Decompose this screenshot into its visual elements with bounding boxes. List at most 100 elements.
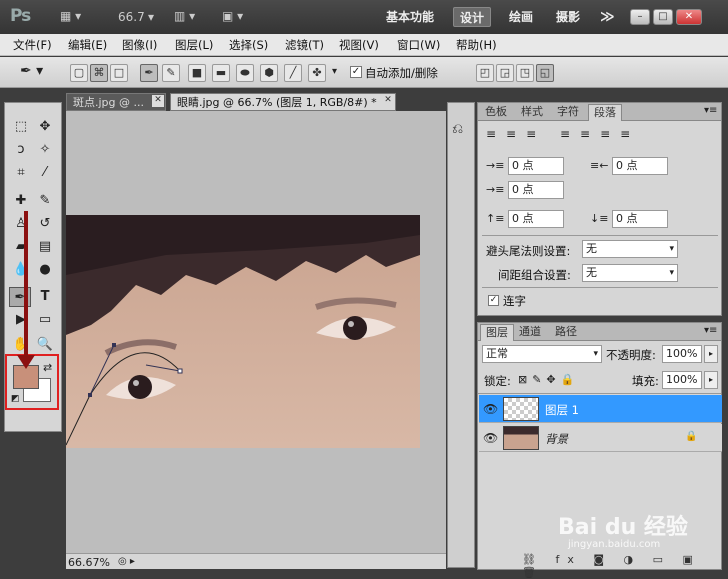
marquee-icon[interactable]: ⬚ (11, 117, 31, 137)
zoom-icon[interactable]: 🔍 (35, 335, 55, 355)
ellipse-shape-icon[interactable]: ⬬ (236, 64, 254, 82)
visibility-eye-icon[interactable]: 👁 (483, 402, 498, 416)
tab-styles[interactable]: 样式 (516, 104, 548, 121)
rounded-rect-shape-icon[interactable]: ▬ (212, 64, 230, 82)
mojikumi-select[interactable]: 无 ▾ (582, 264, 678, 282)
crop-icon[interactable]: ⌗ (11, 163, 31, 183)
tab-eyes-doc[interactable]: 眼睛.jpg @ 66.7% (图层 1, RGB/8#) * (170, 93, 396, 111)
hyphenate-checkbox[interactable]: ✓ (488, 295, 499, 306)
tab-swatches[interactable]: 色板 (480, 104, 512, 121)
panel-menu-icon[interactable]: ▾≡ (704, 325, 717, 336)
tab-paths[interactable]: 路径 (550, 324, 582, 341)
minimize-button[interactable]: – (630, 9, 650, 25)
hand-icon[interactable]: ✋ (11, 335, 31, 355)
blend-mode-select[interactable]: 正常 ▾ (482, 345, 602, 363)
panel-menu-icon[interactable]: ▾≡ (704, 105, 717, 116)
menu-window[interactable]: 窗口(W) (397, 37, 440, 53)
maximize-button[interactable]: □ (653, 9, 673, 25)
shape-layers-icon[interactable]: ▢ (70, 64, 88, 82)
swap-colors-icon[interactable]: ⇄ (43, 361, 52, 374)
indent-left-field[interactable]: 0 点 (508, 157, 564, 175)
custom-shape-icon[interactable]: ✤ (308, 64, 326, 82)
menu-image[interactable]: 图像(I) (122, 37, 157, 53)
move-icon[interactable]: ✥ (35, 117, 55, 137)
clone-stamp-icon[interactable]: ♙ (11, 214, 31, 234)
menu-view[interactable]: 视图(V) (339, 37, 379, 53)
type-tool-icon[interactable]: T (35, 287, 55, 307)
layer-name[interactable]: 背景 (545, 431, 568, 447)
tab-spots-doc[interactable]: 斑点.jpg @ ... (66, 93, 166, 111)
eraser-icon[interactable]: ▰ (11, 237, 31, 257)
fill-field[interactable]: 100% (662, 371, 702, 389)
arrange-documents-icon[interactable]: ▥ ▾ (174, 9, 195, 23)
rectangle-tool-icon[interactable]: ▭ (35, 310, 55, 330)
eyedropper-icon[interactable]: ⁄ (35, 163, 55, 183)
zoom-status[interactable]: 66.67% (68, 556, 110, 569)
combine-exclude-icon[interactable]: ◱ (536, 64, 554, 82)
shape-dropdown-icon[interactable]: ▾ (332, 66, 337, 77)
space-before-field[interactable]: 0 点 (508, 210, 564, 228)
workspace-photography[interactable]: 摄影 (550, 7, 586, 27)
opacity-field[interactable]: 100% (662, 345, 702, 363)
fill-slider-icon[interactable]: ▸ (704, 371, 718, 389)
space-after-field[interactable]: 0 点 (612, 210, 668, 228)
menu-filter[interactable]: 滤镜(T) (285, 37, 324, 53)
menu-help[interactable]: 帮助(H) (456, 37, 497, 53)
menu-select[interactable]: 选择(S) (229, 37, 268, 53)
history-panel-icon[interactable]: ⎌ (452, 121, 463, 137)
close-tab-icon[interactable]: ✕ (152, 95, 164, 107)
workspace-design[interactable]: 设计 (453, 7, 492, 27)
close-tab-icon[interactable]: ✕ (382, 95, 394, 107)
quick-select-icon[interactable]: ✧ (35, 140, 55, 160)
history-brush-icon[interactable]: ↺ (35, 214, 55, 234)
visibility-eye-icon[interactable]: 👁 (483, 431, 498, 445)
close-button[interactable]: ✕ (676, 9, 702, 25)
combine-add-icon[interactable]: ◰ (476, 64, 494, 82)
lasso-icon[interactable]: ↄ (11, 140, 31, 160)
more-workspaces-icon[interactable]: ≫ (594, 7, 621, 27)
workspace-essentials[interactable]: 基本功能 (380, 7, 440, 27)
pen-tool-preset-icon[interactable]: ✒ ▾ (20, 63, 43, 79)
combine-subtract-icon[interactable]: ◲ (496, 64, 514, 82)
tab-layers[interactable]: 图层 (480, 324, 514, 341)
auto-add-delete-checkbox[interactable]: ✓ (350, 66, 362, 78)
layer-name[interactable]: 图层 1 (545, 402, 579, 418)
tab-paragraph[interactable]: 段落 (588, 104, 622, 121)
default-colors-icon[interactable]: ◩ (11, 394, 20, 404)
dodge-icon[interactable]: ● (35, 260, 55, 280)
freeform-pen-icon[interactable]: ✎ (162, 64, 180, 82)
alignment-buttons[interactable]: ≡≡≡ ≡≡≡≡ (486, 127, 640, 141)
paths-mode-icon[interactable]: ⌘ (90, 64, 108, 82)
rectangle-shape-icon[interactable]: ■ (188, 64, 206, 82)
zoom-dropdown-icon[interactable]: ▾ (148, 10, 154, 24)
menu-file[interactable]: 文件(F) (13, 37, 52, 53)
blur-icon[interactable]: 💧 (11, 260, 31, 280)
screen-mode-icon[interactable]: ▣ ▾ (222, 9, 243, 23)
healing-brush-icon[interactable]: ✚ (11, 191, 31, 211)
bridge-icon[interactable]: ▦ ▾ (60, 9, 81, 23)
status-info-icon[interactable]: ◎ ▸ (118, 556, 135, 567)
layer-row-layer1[interactable]: 👁 图层 1 (479, 395, 722, 423)
polygon-shape-icon[interactable]: ⬢ (260, 64, 278, 82)
pen-icon[interactable]: ✒ (140, 64, 158, 82)
workspace-painting[interactable]: 绘画 (503, 7, 539, 27)
menu-edit[interactable]: 编辑(E) (68, 37, 107, 53)
brush-icon[interactable]: ✎ (35, 191, 55, 211)
layer-actions-icons[interactable]: ⛓ fx ◙ ◑ ▭ ▣ 🗑 (522, 553, 721, 579)
path-select-icon[interactable]: ▶ (11, 310, 31, 330)
opacity-slider-icon[interactable]: ▸ (704, 345, 718, 363)
indent-first-field[interactable]: 0 点 (508, 181, 564, 199)
fill-pixels-icon[interactable]: □ (110, 64, 128, 82)
zoom-level-select[interactable]: 66.7 (118, 10, 145, 24)
indent-right-field[interactable]: 0 点 (612, 157, 668, 175)
kinsoku-select[interactable]: 无 ▾ (582, 240, 678, 258)
gradient-icon[interactable]: ▤ (35, 237, 55, 257)
layer-row-background[interactable]: 👁 背景 🔒 (479, 424, 722, 452)
photo-canvas[interactable] (66, 215, 420, 448)
canvas-area[interactable] (66, 111, 446, 553)
lock-options-icons[interactable]: ⊠✎✥🔒 (518, 373, 579, 386)
line-shape-icon[interactable]: ╱ (284, 64, 302, 82)
tab-channels[interactable]: 通道 (514, 324, 546, 341)
tab-character[interactable]: 字符 (552, 104, 584, 121)
combine-intersect-icon[interactable]: ◳ (516, 64, 534, 82)
